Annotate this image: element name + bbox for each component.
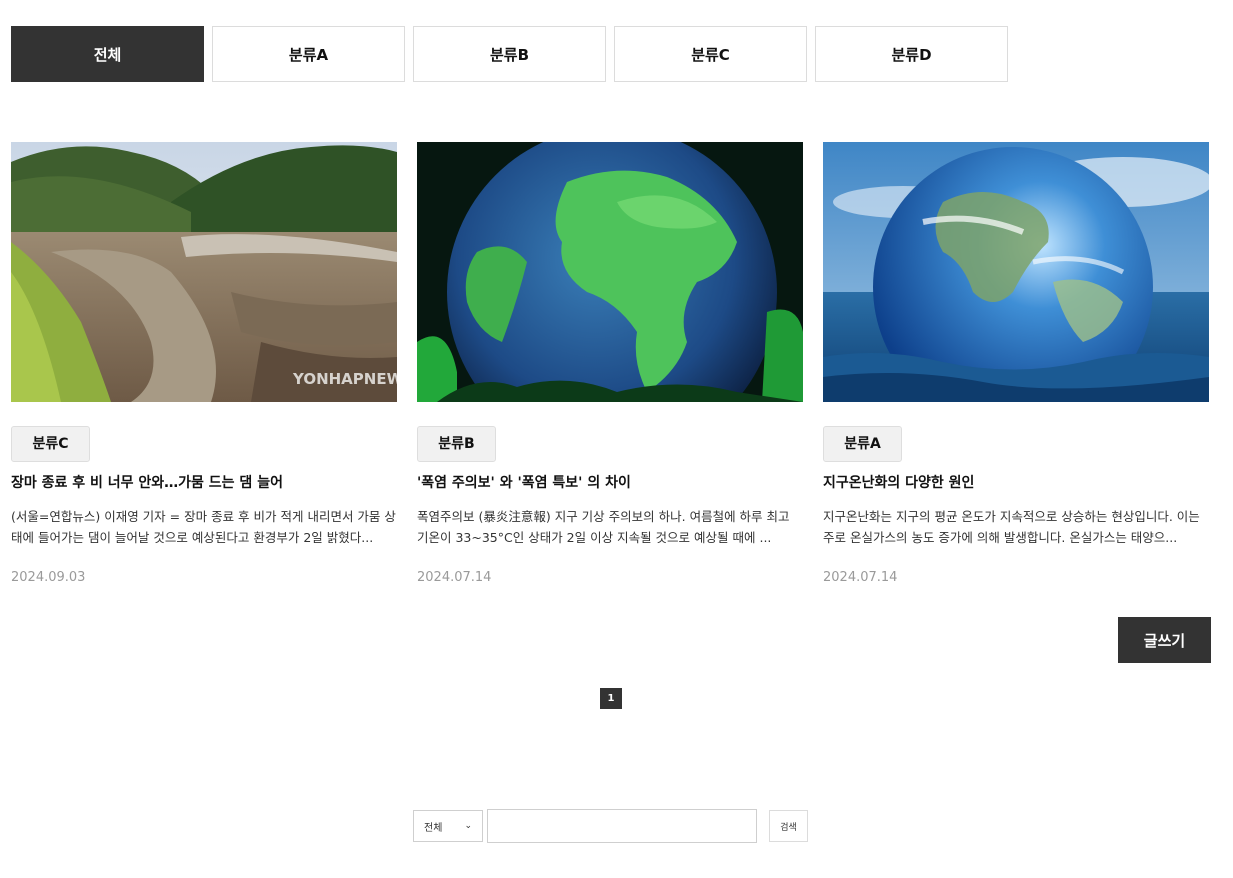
search-scope-value: 전체: [424, 822, 443, 834]
tab-all[interactable]: 전체: [11, 26, 204, 82]
tab-category-c[interactable]: 분류C: [614, 26, 807, 82]
tab-label: 분류C: [691, 45, 730, 64]
post-card: YONHAPNEWS 분류C 장마 종료 후 비 너무 안와…가뭄 드는 댐 늘…: [11, 142, 397, 585]
post-title[interactable]: 지구온난화의 다양한 원인: [823, 472, 1209, 492]
post-thumbnail[interactable]: [417, 142, 803, 402]
dry-riverbed-photo: YONHAPNEWS: [11, 142, 397, 402]
category-badge: 분류A: [823, 426, 902, 462]
post-grid: YONHAPNEWS 분류C 장마 종료 후 비 너무 안와…가뭄 드는 댐 늘…: [11, 142, 1209, 585]
post-excerpt: 폭염주의보 (暴炎注意報) 지구 기상 주의보의 하나. 여름철에 하루 최고 …: [417, 509, 790, 545]
category-tabs: 전체 분류A 분류B 분류C 분류D: [11, 26, 1008, 82]
tab-label: 분류A: [288, 45, 329, 64]
category-badge: 분류B: [417, 426, 496, 462]
chevron-down-icon: ⌄: [464, 821, 472, 831]
post-card: 분류A 지구온난화의 다양한 원인 지구온난화는 지구의 평균 온도가 지속적으…: [823, 142, 1209, 585]
post-thumbnail[interactable]: YONHAPNEWS: [11, 142, 397, 402]
post-excerpt: 지구온난화는 지구의 평균 온도가 지속적으로 상승하는 현상입니다. 이는 주…: [823, 509, 1200, 545]
search-input[interactable]: [487, 809, 757, 843]
post-excerpt: (서울=연합뉴스) 이재영 기자 = 장마 종료 후 비가 적게 내리면서 가뭄…: [11, 509, 396, 545]
tab-category-d[interactable]: 분류D: [815, 26, 1008, 82]
green-globe-photo: [417, 142, 803, 402]
post-date: 2024.09.03: [11, 570, 86, 585]
globe-in-ocean-photo: [823, 142, 1209, 402]
post-title[interactable]: '폭염 주의보' 와 '폭염 특보' 의 차이: [417, 472, 803, 492]
pagination: 1: [600, 688, 622, 709]
board-page: 전체 분류A 분류B 분류C 분류D YONHAPNEW 분류C 장마 종료 후…: [0, 0, 1233, 878]
tab-label: 전체: [93, 45, 122, 64]
tab-category-b[interactable]: 분류B: [413, 26, 606, 82]
search-button[interactable]: 검색: [769, 810, 808, 842]
tab-label: 분류D: [891, 45, 932, 64]
search-bar: 전체 ⌄ 검색: [413, 809, 808, 843]
post-thumbnail[interactable]: [823, 142, 1209, 402]
post-title[interactable]: 장마 종료 후 비 너무 안와…가뭄 드는 댐 늘어: [11, 472, 397, 492]
write-button[interactable]: 글쓰기: [1118, 617, 1211, 663]
tab-label: 분류B: [489, 45, 530, 64]
tab-category-a[interactable]: 분류A: [212, 26, 405, 82]
post-date: 2024.07.14: [417, 570, 492, 585]
watermark-text: YONHAPNEWS: [292, 370, 397, 388]
category-badge: 분류C: [11, 426, 90, 462]
post-date: 2024.07.14: [823, 570, 898, 585]
search-scope-select[interactable]: 전체 ⌄: [413, 810, 483, 842]
post-card: 분류B '폭염 주의보' 와 '폭염 특보' 의 차이 폭염주의보 (暴炎注意報…: [417, 142, 803, 585]
page-number-current[interactable]: 1: [600, 688, 622, 709]
